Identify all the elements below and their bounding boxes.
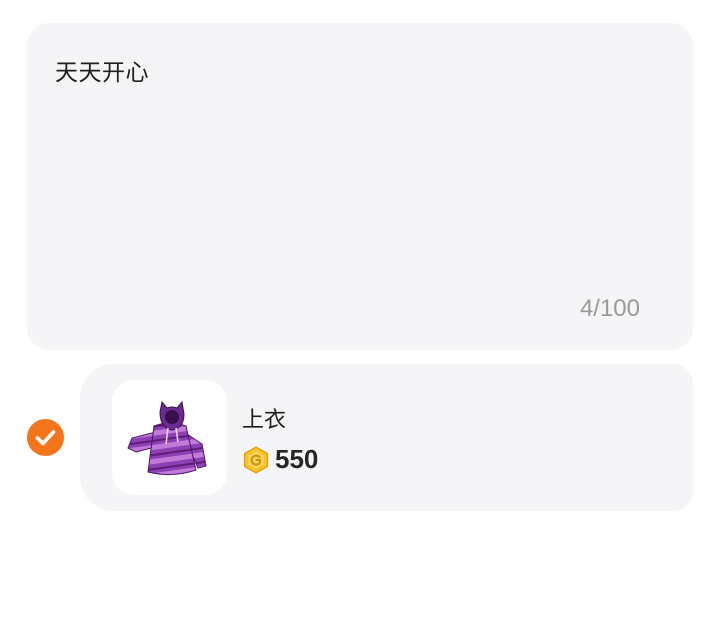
message-text: 天天开心	[55, 60, 149, 86]
item-price: 550	[275, 444, 319, 474]
price-row: 550	[243, 444, 318, 475]
hoodie-icon	[127, 400, 207, 476]
gift-message-page: 天天开心 4/100 上衣 550	[0, 0, 718, 629]
character-counter: 4/100	[579, 295, 640, 322]
item-thumbnail	[112, 380, 227, 495]
item-card[interactable]: 上衣 550	[80, 364, 693, 511]
message-textarea[interactable]: 天天开心 4/100	[27, 23, 693, 350]
coin-icon	[243, 445, 269, 474]
item-name: 上衣	[242, 408, 287, 433]
checkbox-checked-icon[interactable]	[27, 419, 64, 456]
